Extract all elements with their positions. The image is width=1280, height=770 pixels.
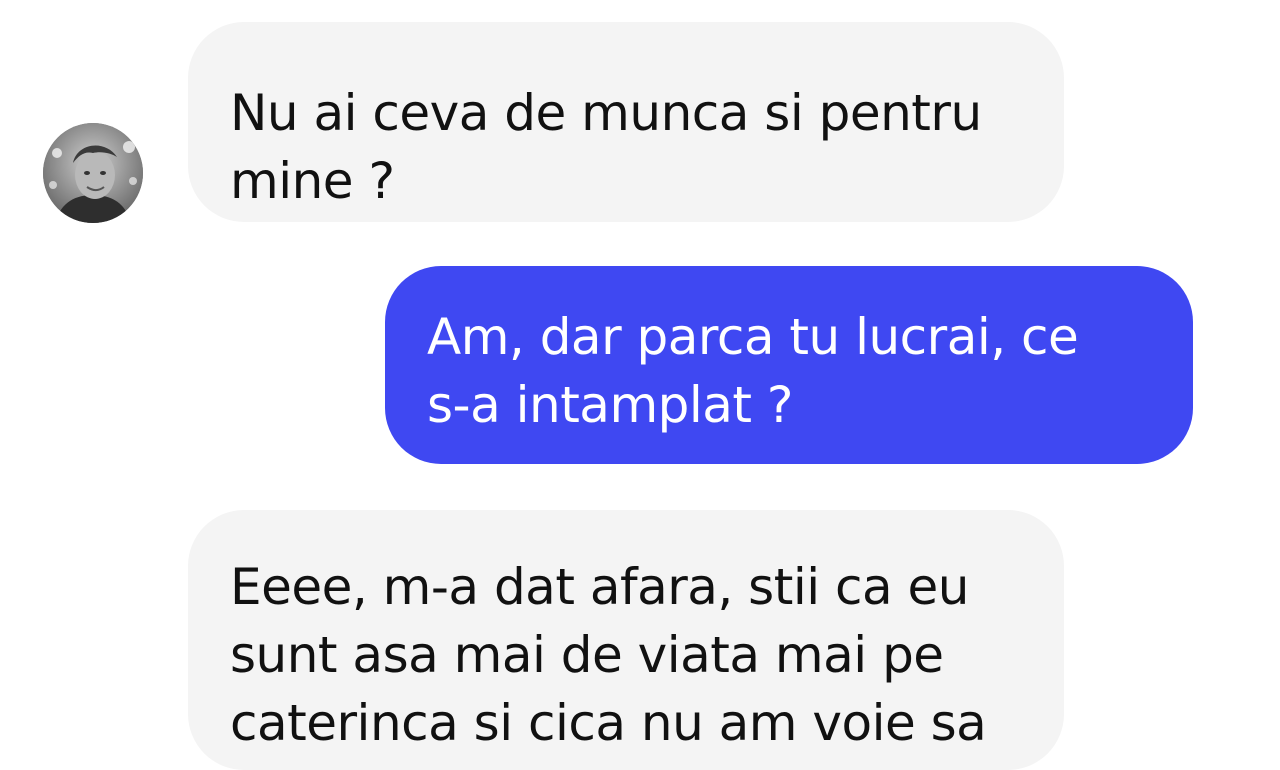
- chat-thread: Nu ai ceva de munca si pentru mine ? Am,…: [0, 0, 1280, 770]
- outgoing-message[interactable]: Am, dar parca tu lucrai, ce s-a intampla…: [385, 266, 1193, 464]
- contact-avatar[interactable]: [43, 123, 143, 223]
- incoming-message[interactable]: Nu ai ceva de munca si pentru mine ?: [188, 22, 1064, 222]
- incoming-message[interactable]: Eeee, m-a dat afara, stii ca eu sunt asa…: [188, 510, 1064, 770]
- avatar-photo: [43, 123, 143, 223]
